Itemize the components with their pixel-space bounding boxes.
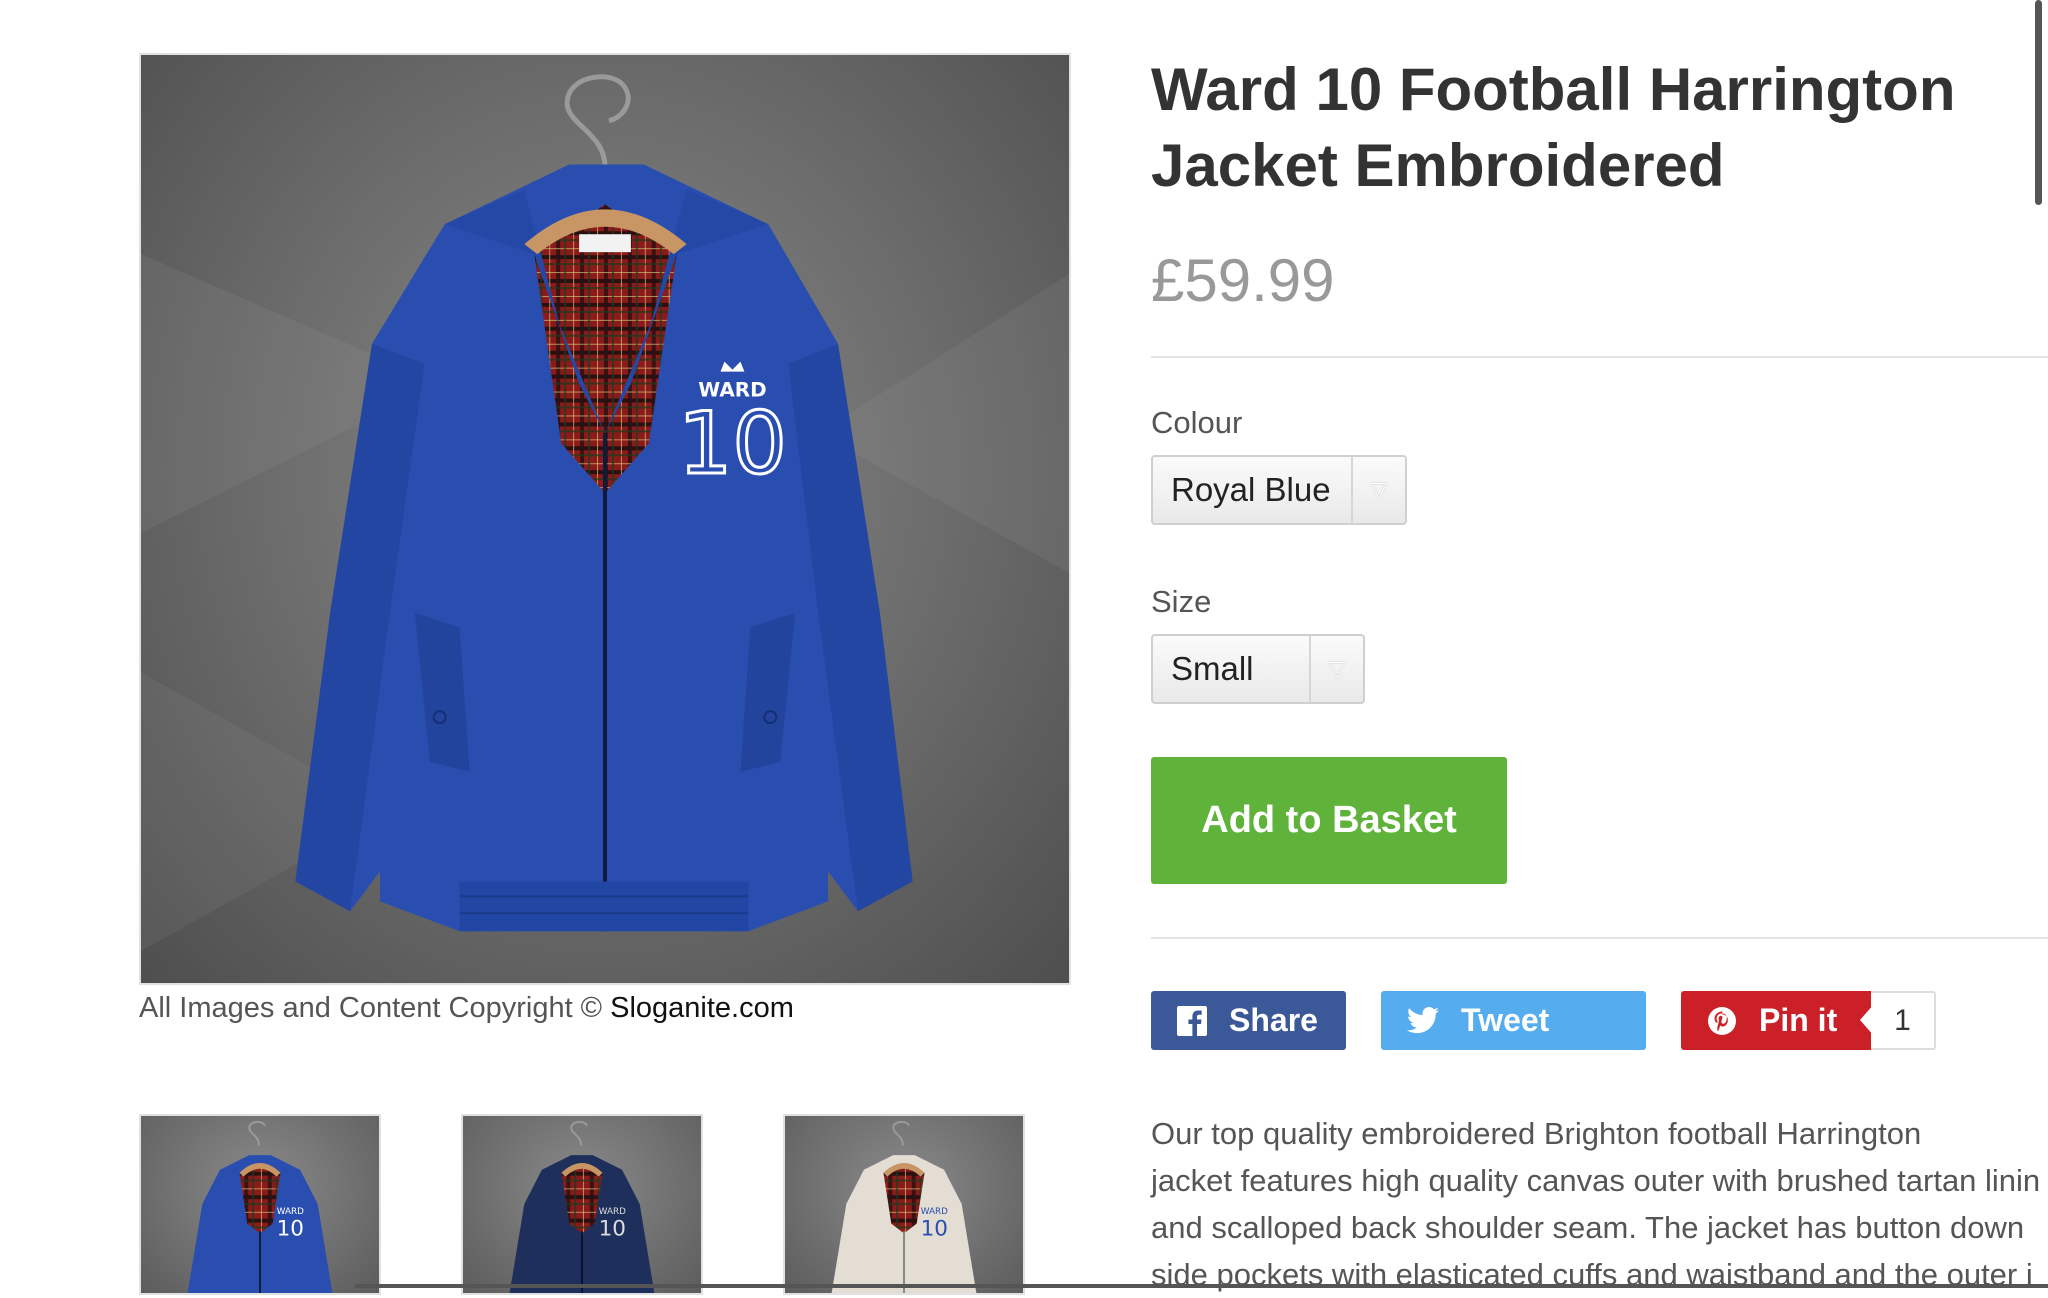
divider xyxy=(1151,356,2048,358)
svg-text:10: 10 xyxy=(277,1216,304,1241)
pinterest-icon xyxy=(1707,1006,1737,1036)
chevron-down-icon: ▽ xyxy=(1351,457,1405,523)
twitter-tweet-button[interactable]: Tweet xyxy=(1381,991,1646,1050)
colour-label: Colour xyxy=(1151,405,1243,440)
svg-text:WARD: WARD xyxy=(277,1207,304,1217)
share-label: Share xyxy=(1229,1002,1318,1038)
vertical-scrollbar[interactable] xyxy=(2035,0,2042,205)
bottom-overlay-bar xyxy=(355,1284,2048,1288)
tweet-label: Tweet xyxy=(1461,1002,1550,1038)
image-copyright: All Images and Content Copyright © Sloga… xyxy=(139,992,794,1025)
pin-count-notch xyxy=(1860,1004,1874,1036)
jacket-illustration: WARD 10 xyxy=(141,74,1069,952)
size-select-value: Small xyxy=(1171,650,1254,687)
svg-text:10: 10 xyxy=(599,1216,626,1241)
pin-count-badge: 1 xyxy=(1871,991,1936,1050)
pinterest-pin-button[interactable]: Pin it xyxy=(1681,991,1875,1050)
svg-text:10: 10 xyxy=(921,1216,948,1241)
copyright-text: All Images and Content Copyright © xyxy=(139,992,603,1024)
colour-select[interactable]: Royal Blue ▽ xyxy=(1151,455,1407,525)
add-to-basket-button[interactable]: Add to Basket xyxy=(1151,757,1507,884)
thumbnail-stone[interactable]: WARD 10 xyxy=(783,1114,1025,1295)
product-main-image[interactable]: WARD 10 xyxy=(139,53,1071,985)
embroidery-number: 10 xyxy=(678,395,787,494)
size-select[interactable]: Small ▽ xyxy=(1151,634,1365,704)
description-line: and scalloped back shoulder seam. The ja… xyxy=(1151,1210,2025,1245)
product-description: Our top quality embroidered Brighton foo… xyxy=(1151,1110,2048,1298)
thumbnail-jacket-navy: WARD 10 xyxy=(509,1121,655,1293)
divider xyxy=(1151,937,2048,939)
product-title: Ward 10 Football Harrington Jacket Embro… xyxy=(1151,56,1956,199)
facebook-icon xyxy=(1177,1005,1207,1036)
svg-text:WARD: WARD xyxy=(921,1207,948,1217)
description-line: jacket features high quality canvas oute… xyxy=(1151,1163,2041,1198)
thumbnail-royal-blue[interactable]: WARD 10 xyxy=(139,1114,381,1295)
pin-label: Pin it xyxy=(1759,1002,1838,1038)
thumbnail-jacket-royal-blue: WARD 10 xyxy=(187,1121,333,1293)
svg-text:WARD: WARD xyxy=(599,1207,626,1217)
facebook-share-button[interactable]: Share xyxy=(1151,991,1346,1050)
colour-select-value: Royal Blue xyxy=(1171,471,1331,508)
thumbnail-navy[interactable]: WARD 10 xyxy=(461,1114,703,1295)
thumbnail-jacket-stone: WARD 10 xyxy=(831,1121,977,1293)
product-price: £59.99 xyxy=(1151,247,1335,314)
chevron-down-icon: ▽ xyxy=(1309,636,1363,702)
size-label: Size xyxy=(1151,584,1212,619)
twitter-icon xyxy=(1407,1007,1439,1034)
copyright-brand-link[interactable]: Sloganite.com xyxy=(610,992,794,1024)
description-line: Our top quality embroidered Brighton foo… xyxy=(1151,1116,1922,1151)
description-line: side pockets with elasticated cuffs and … xyxy=(1151,1257,2033,1292)
